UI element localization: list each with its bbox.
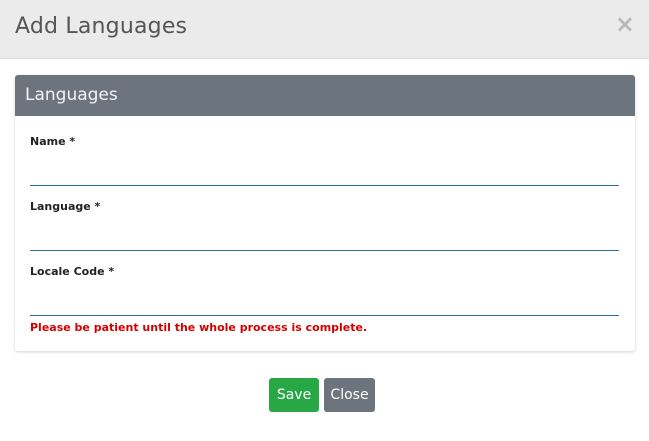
locale-code-input[interactable] <box>30 292 619 316</box>
modal-header: Add Languages × <box>0 0 649 59</box>
name-label: Name * <box>30 135 76 148</box>
locale-code-label: Locale Code * <box>30 265 115 278</box>
close-button[interactable]: Close <box>324 378 375 412</box>
save-button[interactable]: Save <box>269 378 319 412</box>
close-icon[interactable]: × <box>615 12 635 36</box>
languages-card: Languages Name * Language * Locale Code … <box>15 75 635 351</box>
processing-notice: Please be patient until the whole proces… <box>30 321 368 334</box>
language-input[interactable] <box>30 227 619 251</box>
name-input[interactable] <box>30 162 619 186</box>
modal-title: Add Languages <box>15 14 188 39</box>
card-header: Languages <box>15 75 635 116</box>
language-field-group: Language * <box>30 200 619 251</box>
language-label: Language * <box>30 200 101 213</box>
name-field-group: Name * <box>30 135 619 186</box>
locale-code-field-group: Locale Code * <box>30 265 619 316</box>
